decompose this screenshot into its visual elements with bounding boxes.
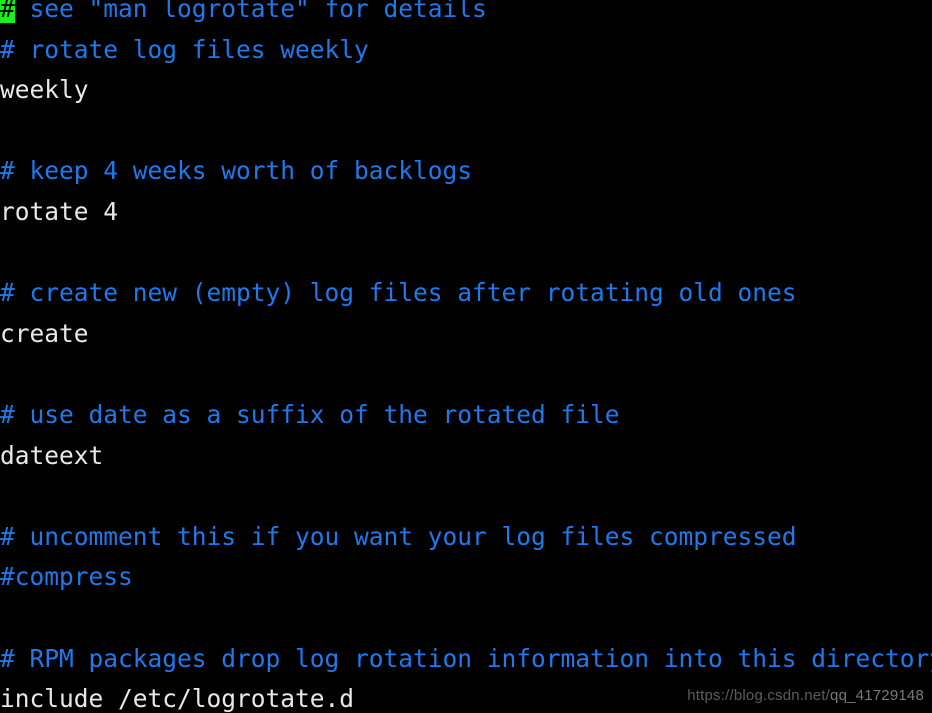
terminal-line-text: #compress bbox=[0, 562, 133, 592]
terminal-line: dateext bbox=[0, 436, 932, 477]
terminal-line: create bbox=[0, 314, 932, 355]
blog-watermark: https://blog.csdn.net/qq_41729148 bbox=[687, 687, 924, 704]
terminal-line-text: create bbox=[0, 318, 89, 348]
terminal-line: weekly bbox=[0, 70, 932, 111]
terminal-line: # rotate log files weekly bbox=[0, 30, 932, 71]
terminal-line: # keep 4 weeks worth of backlogs bbox=[0, 151, 932, 192]
terminal-line: rotate 4 bbox=[0, 192, 932, 233]
terminal-line-text: see "man logrotate" for details bbox=[14, 0, 487, 23]
terminal-cursor: # bbox=[0, 0, 15, 23]
watermark-prefix: https://blog.csdn.net/ bbox=[687, 687, 831, 704]
terminal-line-text: # RPM packages drop log rotation informa… bbox=[0, 643, 932, 673]
terminal-line-text: # rotate log files weekly bbox=[0, 34, 369, 64]
terminal-line: # see "man logrotate" for details bbox=[0, 0, 932, 30]
terminal-line: # create new (empty) log files after rot… bbox=[0, 273, 932, 314]
terminal-line: # uncomment this if you want your log fi… bbox=[0, 517, 932, 558]
terminal-line-text: # keep 4 weeks worth of backlogs bbox=[0, 156, 473, 186]
terminal-line: # RPM packages drop log rotation informa… bbox=[0, 639, 932, 680]
terminal-screen[interactable]: # see "man logrotate" for details # rotat… bbox=[0, 0, 932, 713]
terminal-line-text: # create new (empty) log files after rot… bbox=[0, 278, 797, 308]
terminal-line-text: # uncomment this if you want your log fi… bbox=[0, 521, 797, 551]
watermark-handle: qq_41729148 bbox=[830, 687, 924, 704]
terminal-line-text: dateext bbox=[0, 440, 104, 470]
terminal-line: # use date as a suffix of the rotated fi… bbox=[0, 395, 932, 436]
terminal-line-text: weekly bbox=[0, 75, 89, 105]
terminal-line-text: rotate 4 bbox=[0, 196, 119, 226]
terminal-line-text: include /etc/logrotate.d bbox=[0, 684, 355, 713]
terminal-window[interactable]: # see "man logrotate" for details # rotat… bbox=[0, 0, 932, 713]
terminal-line: #compress bbox=[0, 557, 932, 598]
terminal-line-text: # use date as a suffix of the rotated fi… bbox=[0, 399, 620, 429]
